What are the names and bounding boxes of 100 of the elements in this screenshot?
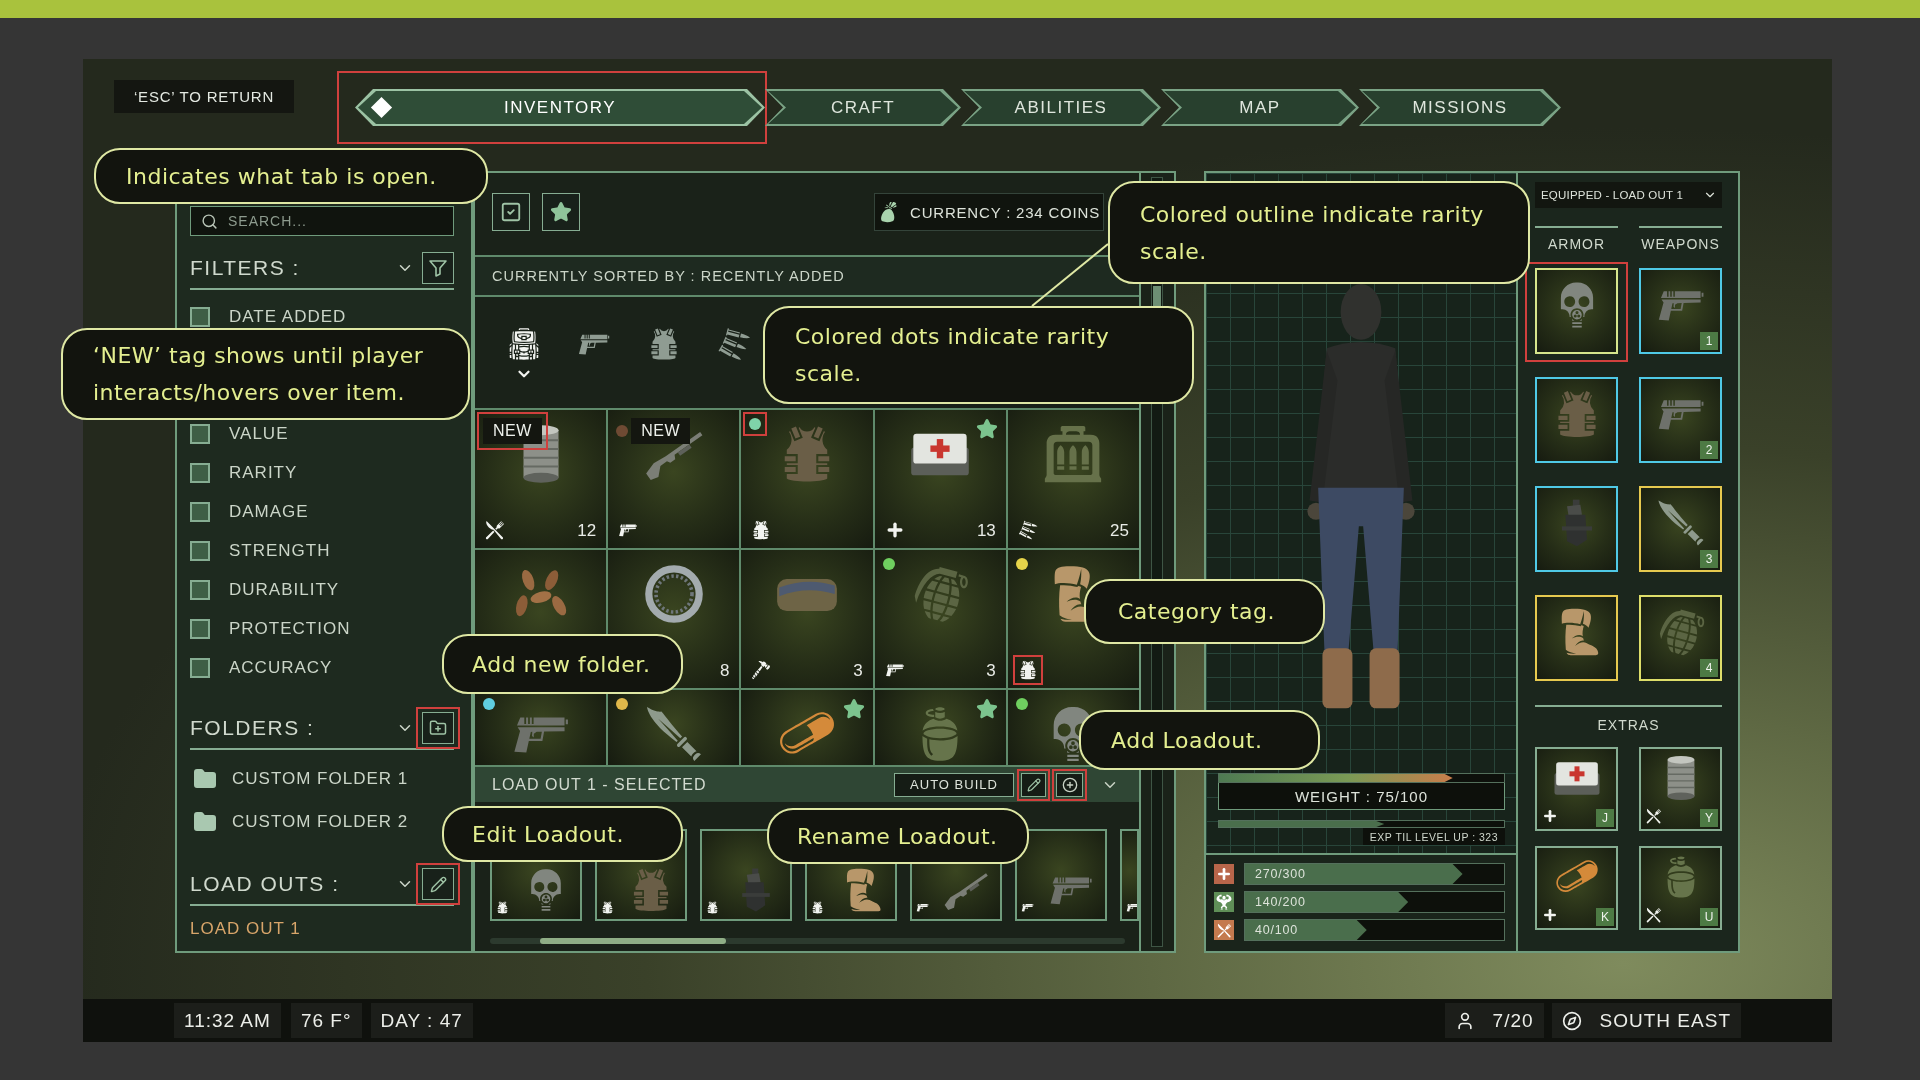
tab[interactable]: CRAFT	[765, 89, 961, 126]
item-slot[interactable]: 25	[1007, 410, 1139, 548]
hotkey-label: Y	[1700, 809, 1718, 827]
folder-icon	[193, 766, 217, 791]
experience-label: EXP TIL LEVEL UP : 323	[1362, 828, 1505, 845]
vest-icon	[496, 901, 509, 914]
column-title: ARMOR	[1535, 226, 1618, 253]
vest-icon	[811, 901, 824, 914]
equipment-slot[interactable]	[1535, 486, 1618, 572]
checkbox[interactable]	[190, 579, 210, 600]
section-title: FOLDERS :	[190, 716, 316, 740]
loadout-dropdown[interactable]: EQUIPPED - LOAD OUT 1	[1535, 182, 1722, 208]
loadout-slot[interactable]	[700, 829, 792, 921]
new-tag: NEW	[483, 418, 542, 444]
time-label: 11:32 AM	[174, 1003, 281, 1038]
item-slot[interactable]: 3	[741, 550, 873, 688]
return-hint[interactable]: ‘ESC’ TO RETURN	[114, 80, 294, 113]
add-folder-button[interactable]	[422, 712, 454, 744]
filter-label: DATE ADDED	[229, 306, 347, 327]
loadout-slot[interactable]	[1015, 829, 1107, 921]
scrollbar-thumb[interactable]	[540, 938, 726, 944]
day-counter: DAY : 47	[370, 1003, 473, 1038]
folder-item[interactable]: CUSTOM FOLDER 2	[190, 800, 409, 843]
tab[interactable]: INVENTORY	[355, 89, 765, 126]
currency-label: CURRENCY : 234 COINS	[910, 203, 1100, 221]
filter-label: VALUE	[229, 423, 289, 444]
folder-item[interactable]: CUSTOM FOLDER 1	[190, 757, 409, 800]
item-slot[interactable]: 13	[874, 410, 1006, 548]
direction-label: SOUTH EAST	[1599, 1009, 1731, 1032]
section-title: FILTERS :	[190, 256, 301, 280]
item-slot[interactable]	[608, 690, 740, 765]
callout-tooltip: Rename Loadout.	[767, 808, 1029, 864]
auto-build-button[interactable]: AUTO BUILD	[894, 772, 1014, 797]
plus-icon	[1542, 907, 1558, 923]
folder-icon	[193, 809, 217, 834]
item-slot[interactable]	[741, 690, 873, 765]
callout-tooltip: Indicates what tab is open.	[94, 148, 488, 204]
tab[interactable]: ABILITIES	[961, 89, 1161, 126]
item-count: 3	[853, 661, 863, 681]
stat-value: 140/200	[1255, 894, 1306, 911]
tab[interactable]: MISSIONS	[1359, 89, 1561, 126]
callout-tooltip: ‘NEW’ tag shows until player interacts/hovers over item.	[61, 328, 470, 420]
filter-label: RARITY	[229, 462, 298, 483]
pistol-icon	[1021, 901, 1034, 914]
section-title: LOAD OUTS :	[190, 872, 341, 896]
checkbox[interactable]	[190, 306, 210, 327]
equipment-slot[interactable]	[1535, 377, 1618, 463]
item-count: 12	[577, 521, 597, 541]
temperature-label: 76 F°	[290, 1003, 362, 1038]
equipment-slot[interactable]: 3	[1639, 486, 1722, 572]
pistol-icon	[916, 901, 929, 914]
select-button[interactable]	[492, 193, 530, 231]
star-icon	[550, 201, 572, 223]
item-slot[interactable]: NEW 12	[475, 410, 607, 548]
slot-number: 2	[1700, 441, 1718, 459]
tab[interactable]: MAP	[1161, 89, 1359, 126]
extra-slot[interactable]: Y	[1639, 747, 1722, 831]
vest-icon	[601, 901, 614, 914]
checkbox[interactable]	[190, 540, 210, 561]
equipment-slot[interactable]: 4	[1639, 595, 1722, 681]
filter-label: ACCURACY	[229, 657, 333, 678]
filter-label: DURABILITY	[229, 579, 340, 600]
stat-value: 270/300	[1255, 866, 1306, 883]
checkbox[interactable]	[190, 657, 210, 678]
section-title: EXTRAS	[1596, 717, 1661, 734]
callout-tooltip: Add Loadout.	[1079, 710, 1320, 770]
extra-slot[interactable]: K	[1535, 846, 1618, 930]
edit-button[interactable]	[422, 868, 454, 900]
checkbox[interactable]	[190, 618, 210, 639]
equipment-slot[interactable]: 2	[1639, 377, 1722, 463]
funnel-icon	[428, 258, 448, 278]
equipment-slot[interactable]	[1535, 595, 1618, 681]
backpack-icon[interactable]	[507, 327, 541, 361]
search-icon	[201, 212, 218, 230]
favorites-button[interactable]	[542, 193, 580, 231]
search-input[interactable]: SEARCH...	[228, 207, 453, 235]
extra-slot[interactable]: J	[1535, 747, 1618, 831]
filter-label: STRENGTH	[229, 540, 331, 561]
checkbox[interactable]	[190, 501, 210, 522]
item-slot[interactable]: NEW	[608, 410, 740, 548]
column-title: WEAPONS	[1639, 226, 1722, 253]
extra-slot[interactable]: U	[1639, 846, 1722, 930]
slot-number: 4	[1700, 659, 1718, 677]
search-field[interactable]: SEARCH...	[190, 206, 454, 236]
equipment-slot[interactable]: 1	[1639, 268, 1722, 354]
loadout-slot[interactable]	[1120, 829, 1139, 921]
checkbox[interactable]	[190, 423, 210, 444]
filter-label: PROTECTION	[229, 618, 351, 639]
vest-icon	[706, 901, 719, 914]
callout-tooltip: Category tag.	[1084, 579, 1325, 644]
checkbox[interactable]	[190, 462, 210, 483]
bullets-icon[interactable]	[717, 327, 751, 361]
equipment-slot[interactable]	[1535, 268, 1618, 354]
item-slot[interactable]: 3	[874, 550, 1006, 688]
filter-button[interactable]	[422, 252, 454, 284]
hotkey-label: U	[1700, 908, 1718, 926]
stat-value: 40/100	[1255, 922, 1299, 939]
callout-tooltip: Colored outline indicate rarity scale.	[1108, 181, 1530, 284]
weight-label: WEIGHT : 75/100	[1218, 783, 1505, 810]
loadout-item[interactable]: LOAD OUT 1	[190, 912, 301, 946]
